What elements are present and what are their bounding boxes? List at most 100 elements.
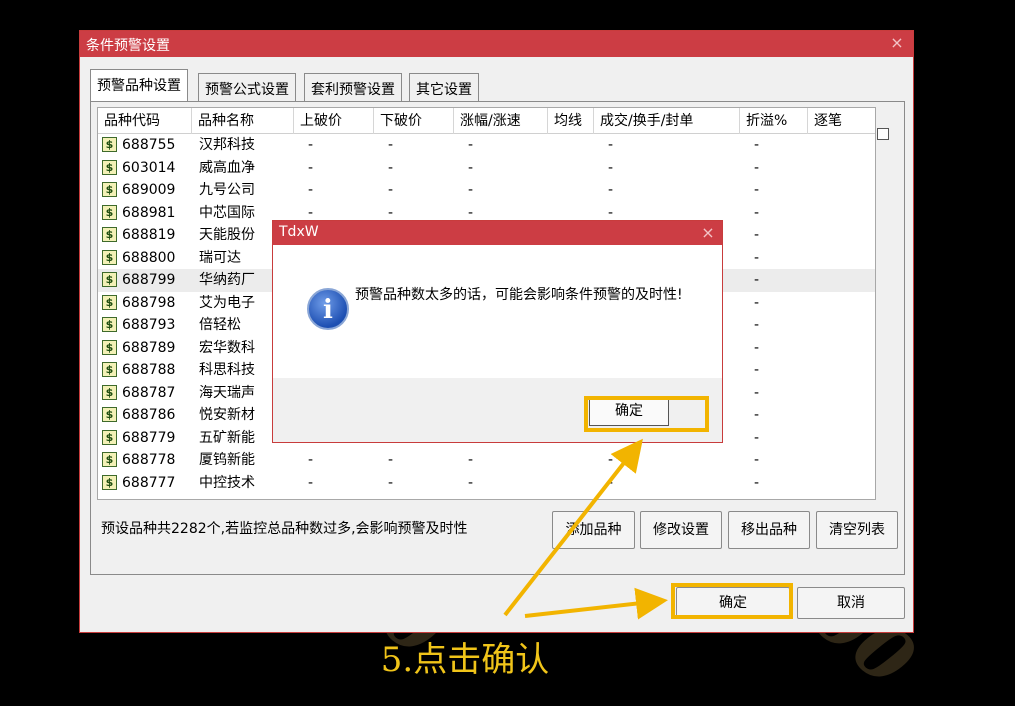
- dialog-close-icon[interactable]: ×: [698, 222, 718, 244]
- stock-code: 688755: [122, 137, 176, 153]
- list-header: 品种代码 品种名称 上破价 下破价 涨幅/涨速 均线 成交/换手/封单 折溢% …: [98, 108, 875, 134]
- stock-code: 688777: [122, 474, 176, 491]
- stock-name: 中控技术: [199, 474, 255, 491]
- cell-vol: -: [608, 474, 614, 491]
- close-icon[interactable]: ×: [887, 33, 907, 53]
- cell-prem: -: [754, 204, 760, 221]
- info-icon-glyph: i: [323, 295, 333, 325]
- column-header-volume[interactable]: 成交/换手/封单: [594, 108, 740, 134]
- stock-name: 海天瑞声: [199, 384, 255, 401]
- window-titlebar[interactable]: 条件预警设置 ×: [80, 31, 913, 57]
- tab-alert-stocks[interactable]: 预警品种设置: [90, 69, 188, 102]
- table-row[interactable]: $688778 厦钨新能 - - - - -: [98, 449, 875, 472]
- status-text: 预设品种共2282个,若监控总品种数过多,会影响预警及时性: [101, 521, 468, 537]
- cell-prem: -: [754, 272, 760, 288]
- cell-down: -: [388, 137, 394, 153]
- stock-code: 688786: [122, 407, 176, 423]
- cell-up: -: [308, 182, 314, 198]
- cell-up: -: [308, 159, 314, 176]
- stock-code: 688788: [122, 362, 176, 378]
- cell-chg: -: [468, 159, 474, 176]
- cell-vol: -: [608, 182, 614, 198]
- stock-name: 悦安新材: [199, 407, 255, 423]
- remove-stock-button[interactable]: 移出品种: [728, 511, 810, 549]
- cell-prem: -: [754, 362, 760, 378]
- stock-name: 汉邦科技: [199, 137, 255, 153]
- stock-icon: $: [102, 182, 117, 197]
- cell-prem: -: [754, 137, 760, 153]
- stock-icon: $: [102, 227, 117, 242]
- add-stock-button[interactable]: 添加品种: [552, 511, 635, 549]
- column-header-code[interactable]: 品种代码: [98, 108, 192, 134]
- stock-name: 瑞可达: [199, 249, 241, 266]
- stock-code: 689009: [122, 182, 176, 198]
- stock-code: 688981: [122, 204, 176, 221]
- dialog-ok-highlight: [584, 396, 709, 432]
- column-header-tick[interactable]: 逐笔: [808, 108, 875, 134]
- table-row[interactable]: $603014 威高血净 - - - - -: [98, 157, 875, 180]
- cell-prem: -: [754, 339, 760, 356]
- cell-prem: -: [754, 407, 760, 423]
- cell-down: -: [388, 452, 394, 468]
- table-row[interactable]: $688777 中控技术 - - - - -: [98, 472, 875, 495]
- cell-vol: -: [608, 159, 614, 176]
- window-title: 条件预警设置: [86, 38, 170, 54]
- stock-name: 艾为电子: [199, 294, 255, 311]
- stock-icon: $: [102, 407, 117, 422]
- tab-arbitrage-alert[interactable]: 套利预警设置: [304, 73, 402, 101]
- stock-code: 603014: [122, 159, 176, 176]
- cell-prem: -: [754, 452, 760, 468]
- modify-settings-button[interactable]: 修改设置: [640, 511, 722, 549]
- stock-icon: $: [102, 272, 117, 287]
- stock-icon: $: [102, 317, 117, 332]
- stock-name: 中芯国际: [199, 204, 255, 221]
- table-row[interactable]: $688755 汉邦科技 - - - - -: [98, 134, 875, 157]
- step-caption: 5.点击确认: [380, 640, 550, 680]
- column-header-change[interactable]: 涨幅/涨速: [454, 108, 548, 134]
- column-header-break-up[interactable]: 上破价: [294, 108, 374, 134]
- column-header-break-down[interactable]: 下破价: [374, 108, 454, 134]
- cell-vol: -: [608, 452, 614, 468]
- tab-alert-formula[interactable]: 预警公式设置: [198, 73, 296, 101]
- cell-up: -: [308, 137, 314, 153]
- stock-icon: $: [102, 204, 117, 220]
- cell-vol: -: [608, 137, 614, 153]
- cell-up: -: [308, 474, 314, 491]
- stock-name: 五矿新能: [199, 429, 255, 446]
- list-checkbox[interactable]: [877, 128, 889, 140]
- cell-chg: -: [468, 182, 474, 198]
- stock-icon: $: [102, 339, 117, 355]
- stock-code: 688799: [122, 272, 176, 288]
- stock-icon: $: [102, 362, 117, 377]
- dialog-title: TdxW: [279, 224, 319, 240]
- dialog-titlebar[interactable]: TdxW ×: [273, 221, 722, 245]
- stock-code: 688819: [122, 227, 176, 243]
- stock-name: 华纳药厂: [199, 272, 255, 288]
- stock-icon: $: [102, 137, 117, 152]
- stock-code: 688787: [122, 384, 176, 401]
- stock-icon: $: [102, 249, 117, 265]
- column-header-name[interactable]: 品种名称: [192, 108, 294, 134]
- stock-icon: $: [102, 429, 117, 445]
- column-header-premium[interactable]: 折溢%: [740, 108, 808, 134]
- tab-other-settings[interactable]: 其它设置: [409, 73, 479, 101]
- list-scrollbar[interactable]: [876, 107, 894, 500]
- stock-code: 688789: [122, 339, 176, 356]
- column-header-ma[interactable]: 均线: [548, 108, 594, 134]
- cancel-button[interactable]: 取消: [797, 587, 905, 619]
- cell-down: -: [388, 159, 394, 176]
- stock-code: 688793: [122, 317, 176, 333]
- cell-prem: -: [754, 227, 760, 243]
- stock-name: 厦钨新能: [199, 452, 255, 468]
- clear-list-button[interactable]: 清空列表: [816, 511, 898, 549]
- cell-prem: -: [754, 429, 760, 446]
- dialog-message: 预警品种数太多的话，可能会影响条件预警的及时性!: [355, 287, 683, 303]
- stock-name: 威高血净: [199, 159, 255, 176]
- cell-up: -: [308, 452, 314, 468]
- stock-icon: $: [102, 452, 117, 467]
- cell-prem: -: [754, 474, 760, 491]
- cell-prem: -: [754, 384, 760, 401]
- stock-icon: $: [102, 384, 117, 400]
- table-row[interactable]: $689009 九号公司 - - - - -: [98, 179, 875, 202]
- cell-chg: -: [468, 137, 474, 153]
